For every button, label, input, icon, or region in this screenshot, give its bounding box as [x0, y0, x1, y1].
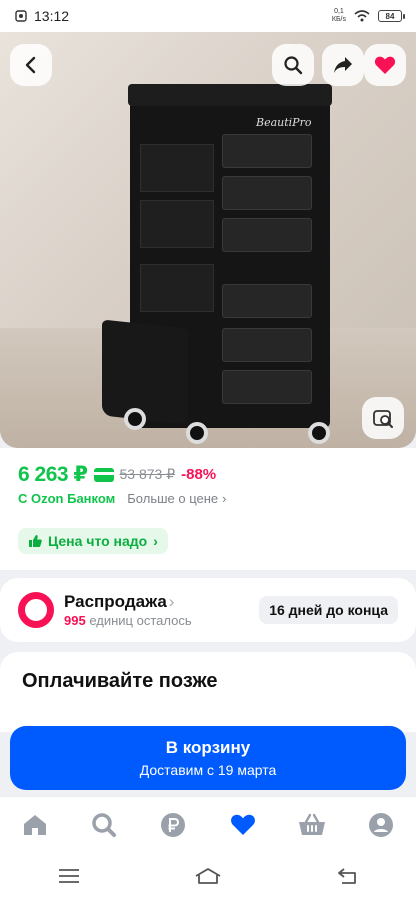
sale-count-suffix: единиц осталось	[85, 613, 192, 628]
menu-icon	[59, 869, 80, 883]
sale-count: 995	[64, 613, 86, 628]
wifi-icon	[354, 10, 370, 22]
price-section: 6 263 ₽ 53 873 ₽ -88% С Ozon Банком Боль…	[0, 448, 416, 570]
heart-icon	[230, 814, 255, 835]
cart-drawer	[222, 134, 312, 168]
bank-label: С Ozon Банком	[18, 491, 116, 506]
cart-side-drawer	[140, 264, 214, 312]
days-left-badge: 16 дней до конца	[259, 596, 398, 624]
cart-top	[128, 84, 332, 106]
profile-icon	[369, 812, 394, 837]
cart-wheel	[186, 422, 208, 444]
cart-side-bin	[102, 319, 188, 425]
cart-drawer	[222, 370, 312, 404]
heart-icon	[374, 56, 396, 74]
product-page: 13:12 0,1 КБ/s 84 BeautiPro 6 263 ₽ 53 8…	[0, 0, 416, 900]
home-button[interactable]	[188, 861, 228, 891]
ruble-icon	[161, 812, 186, 837]
bank-row: С Ozon Банком Больше о цене ›	[18, 491, 227, 506]
share-button[interactable]	[322, 44, 364, 86]
chevron-right-icon: ›	[153, 533, 158, 549]
cart-drawer	[222, 218, 312, 252]
price-row: 6 263 ₽ 53 873 ₽ -88%	[18, 462, 216, 487]
recent-apps-button[interactable]	[49, 861, 89, 891]
chevron-right-icon: ›	[222, 491, 227, 506]
add-to-cart-button[interactable]: В корзину Доставим с 19 марта	[10, 726, 406, 790]
battery-icon: 84	[378, 10, 405, 22]
cart-side-drawer	[140, 144, 214, 192]
cart-side-drawer	[140, 200, 214, 248]
cart-drawer	[222, 328, 312, 362]
brand-mark: BeautiPro	[256, 116, 312, 129]
pay-later-section: Оплачивайте позже	[0, 652, 416, 732]
status-bar: 13:12 0,1 КБ/s 84	[0, 0, 416, 32]
good-price-badge[interactable]: Цена что надо ›	[18, 528, 168, 554]
back-arrow-icon	[337, 868, 356, 884]
home-icon	[23, 814, 46, 835]
home-outline-icon	[195, 868, 221, 884]
sale-ring-icon	[18, 592, 54, 628]
delivery-date-label: Доставим с 19 марта	[139, 762, 277, 778]
cart-wheel	[308, 422, 330, 444]
sale-remaining: 995 единиц осталось	[64, 613, 192, 628]
favorite-button[interactable]	[364, 44, 406, 86]
product-cart-illustration: BeautiPro	[102, 84, 332, 444]
search-icon	[284, 56, 303, 75]
nav-favorites[interactable]	[223, 805, 263, 845]
chevron-right-icon: ›	[168, 592, 175, 611]
nav-cart[interactable]	[292, 805, 332, 845]
nav-profile[interactable]	[361, 805, 401, 845]
cart-drawer	[222, 176, 312, 210]
search-button[interactable]	[272, 44, 314, 86]
more-about-price-link[interactable]: Больше о цене ›	[127, 491, 226, 506]
product-image[interactable]: BeautiPro	[0, 32, 416, 448]
chevron-left-icon	[25, 56, 36, 74]
back-system-button[interactable]	[327, 861, 367, 891]
share-arrow-icon	[334, 57, 352, 73]
basket-icon	[298, 813, 325, 835]
back-button[interactable]	[10, 44, 52, 86]
status-right: 0,1 КБ/s 84	[331, 8, 405, 24]
android-icon	[15, 10, 27, 22]
cart-drawer	[222, 284, 312, 318]
nav-finance[interactable]	[153, 805, 193, 845]
image-search-button[interactable]	[362, 397, 404, 439]
cart-wheel	[124, 408, 146, 430]
bank-card-icon	[93, 467, 114, 482]
status-time: 13:12	[34, 8, 70, 24]
discount-badge: -88%	[181, 466, 217, 483]
thumbs-up-icon	[29, 535, 42, 547]
network-speed: 0,1 КБ/s	[331, 8, 346, 23]
search-icon	[92, 812, 116, 837]
system-nav-bar	[0, 852, 416, 900]
sale-title: Распродажа ›	[64, 592, 175, 611]
current-price: 6 263 ₽	[18, 463, 88, 486]
pay-later-title: Оплачивайте позже	[22, 670, 218, 692]
old-price: 53 873 ₽	[119, 466, 176, 482]
bottom-nav	[0, 796, 416, 852]
add-to-cart-label: В корзину	[165, 738, 251, 757]
nav-search[interactable]	[84, 805, 124, 845]
sale-section[interactable]: Распродажа › 995 единиц осталось 16 дней …	[0, 578, 416, 642]
nav-home[interactable]	[15, 805, 55, 845]
image-search-icon	[373, 410, 393, 428]
good-price-label: Цена что надо	[48, 533, 148, 549]
